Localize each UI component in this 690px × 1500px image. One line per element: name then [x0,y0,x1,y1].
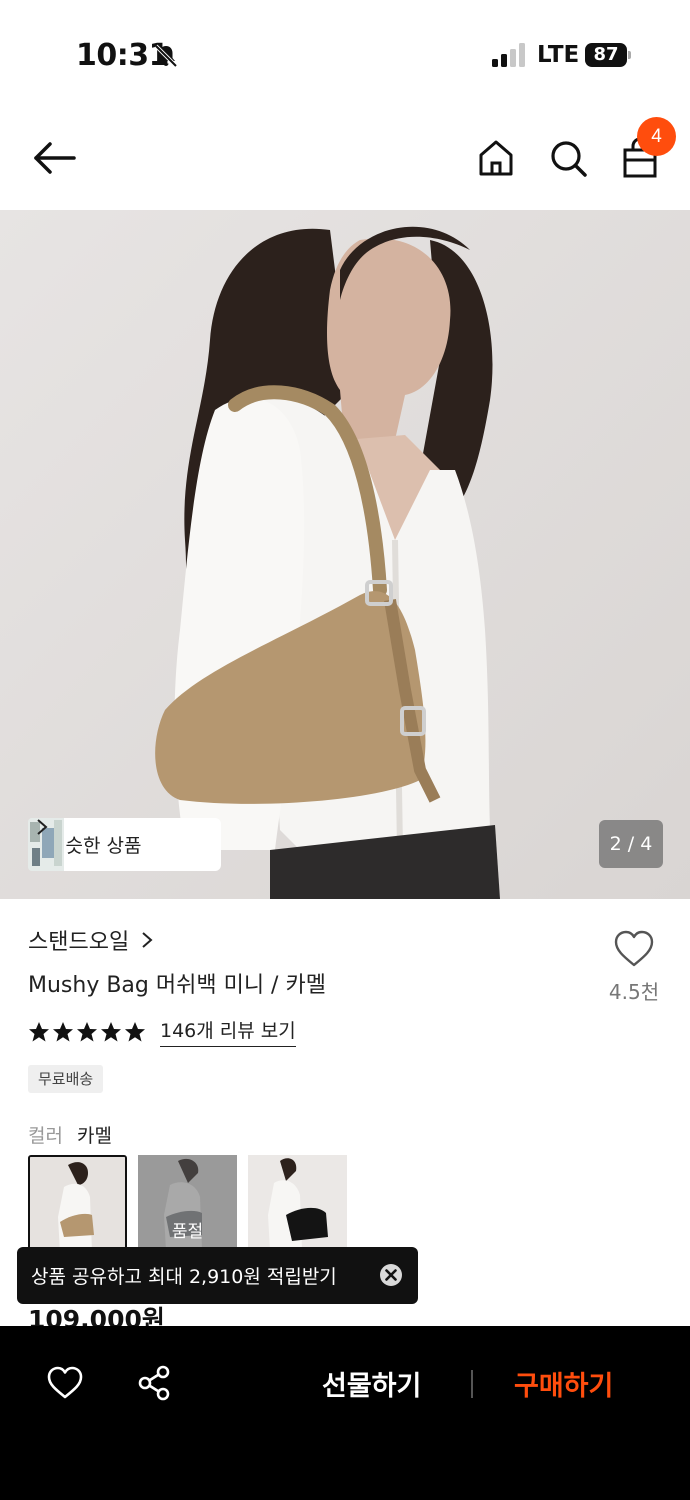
hero-photo [0,210,690,899]
product-title: Mushy Bag 머쉬백 미니 / 카멜 [28,973,326,998]
wishlist-count: 4.5천 [608,980,660,1004]
network-label: LTE [537,42,580,68]
home-icon[interactable] [476,136,516,180]
cart-count-badge: 4 [637,117,676,156]
star-icon [53,1021,73,1041]
star-icon [29,1021,49,1041]
heart-outline-icon[interactable] [46,1366,84,1400]
toast-message: 상품 공유하고 최대 2,910원 적립받기 [31,1266,337,1288]
close-icon[interactable] [379,1263,403,1287]
bell-slash-icon [154,44,178,68]
swatch-camel-thumbnail [30,1157,125,1248]
color-selection-label: 컬러 카멜 [28,1121,112,1148]
gift-button[interactable]: 선물하기 [322,1364,421,1403]
battery-level: 87 [585,43,627,67]
star-icon [101,1021,121,1041]
action-divider [471,1370,473,1398]
star-icon [125,1021,145,1041]
color-swatch-camel[interactable] [28,1155,127,1250]
bottom-action-bar: 선물하기 구매하기 [0,1326,690,1500]
chevron-right-icon [142,932,153,948]
status-bar: 10:31 LTE 87 [0,0,690,110]
color-swatch-gray[interactable]: 품절 [138,1155,237,1250]
rating-row: 146개 리뷰 보기 [28,1016,296,1047]
chevron-right-icon [37,819,48,835]
search-icon[interactable] [548,136,588,180]
signal-icon [492,43,525,67]
brand-link[interactable]: 스탠드오일 [28,924,153,956]
rating-stars [28,1021,148,1043]
back-arrow-icon[interactable] [32,138,76,178]
brand-name: 스탠드오일 [28,930,130,955]
color-swatch-black[interactable] [248,1155,347,1250]
color-swatches: 품절 [28,1155,358,1250]
battery-indicator: 87 [585,43,631,67]
battery-tip [628,51,631,59]
product-hero-image[interactable]: 비슷한 상품 2 / 4 [0,210,690,899]
color-value: 카멜 [77,1125,112,1147]
star-icon [77,1021,97,1041]
wishlist-button[interactable]: 4.5천 [604,930,664,1005]
soldout-label: 품절 [171,1222,204,1242]
buy-button[interactable]: 구매하기 [514,1364,613,1403]
share-icon[interactable] [136,1365,172,1401]
color-label: 컬러 [28,1125,63,1147]
image-page-indicator: 2 / 4 [599,820,663,868]
share-reward-toast[interactable]: 상품 공유하고 최대 2,910원 적립받기 [17,1247,418,1304]
reviews-link[interactable]: 146개 리뷰 보기 [160,1016,296,1047]
top-nav [0,110,690,210]
heart-outline-icon [614,930,654,967]
free-shipping-badge: 무료배송 [28,1065,104,1093]
swatch-black-thumbnail [248,1155,347,1250]
similar-products-button[interactable]: 비슷한 상품 [28,818,221,871]
